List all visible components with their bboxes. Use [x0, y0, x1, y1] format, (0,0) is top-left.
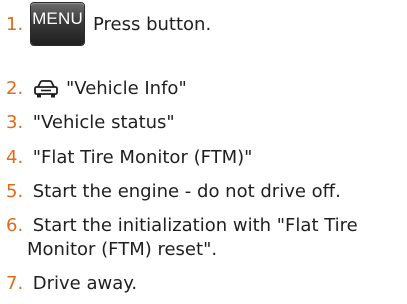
step-1: 1. — [6, 13, 27, 37]
menu-button: MENU — [31, 3, 84, 45]
step-1-text: Press button. — [93, 13, 211, 37]
step-3: 3. "Vehicle status" — [6, 111, 175, 135]
step-text-line-1: Start the initialization with "Flat Tire — [32, 215, 358, 236]
step-text-line-2: Monitor (FTM) reset". — [27, 239, 218, 260]
step-number: 5. — [6, 181, 24, 202]
step-text: "Flat Tire Monitor (FTM)" — [32, 147, 253, 168]
step-5: 5. Start the engine - do not drive off. — [6, 180, 341, 204]
step-text: Drive away. — [32, 273, 138, 294]
step-7: 7. Drive away. — [6, 272, 137, 296]
step-text: "Vehicle status" — [32, 112, 175, 133]
step-number: 2. — [6, 78, 24, 99]
step-number: 4. — [6, 147, 24, 168]
step-6: 6. Start the initialization with "Flat T… — [6, 214, 358, 238]
step-number: 1. — [6, 14, 24, 35]
step-2: 2. — [6, 77, 27, 101]
step-number: 6. — [6, 215, 24, 236]
step-text: "Vehicle Info" — [66, 78, 187, 99]
car-icon — [34, 80, 58, 98]
step-number: 3. — [6, 112, 24, 133]
step-text: Start the engine - do not drive off. — [32, 181, 341, 202]
step-text: Press button. — [93, 14, 212, 35]
step-2-text: "Vehicle Info" — [66, 77, 187, 101]
step-4: 4. "Flat Tire Monitor (FTM)" — [6, 146, 252, 170]
step-6-continued: Monitor (FTM) reset". — [27, 238, 217, 262]
step-number: 7. — [6, 273, 24, 294]
